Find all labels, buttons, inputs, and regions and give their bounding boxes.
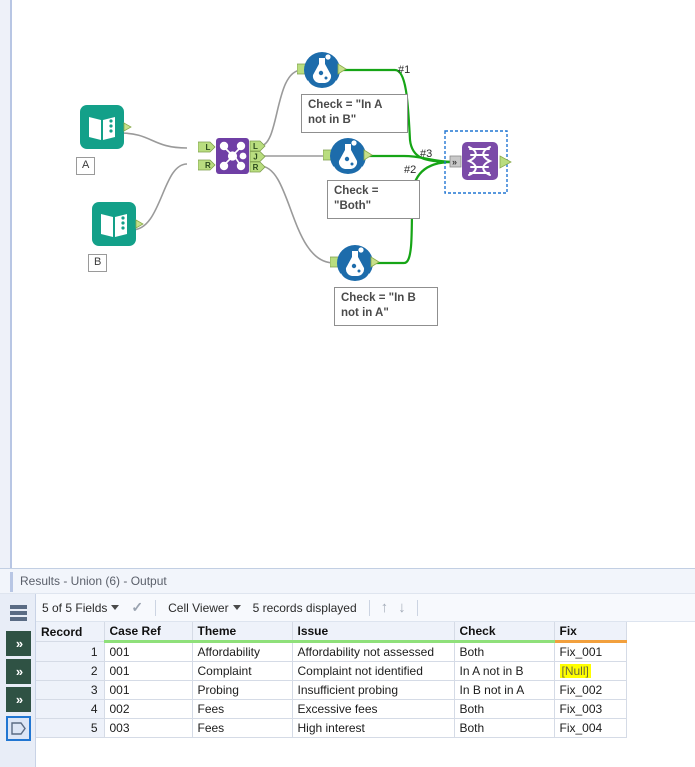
table-row[interactable]: 1 001 Affordability Affordability not as… (36, 641, 627, 662)
cell-case-ref: 001 (104, 641, 193, 662)
cell-fix-value: Fix_001 (559, 645, 603, 659)
polygon-icon[interactable] (6, 716, 31, 741)
cell-issue: High interest (292, 718, 455, 738)
input-data-icon (80, 105, 132, 149)
results-titlebar: Results - Union (6) - Output (0, 568, 695, 594)
svg-text:R: R (253, 163, 259, 172)
cell-case-ref: 003 (104, 718, 193, 738)
cell-case-ref: 001 (104, 661, 193, 681)
polygon-glyph (11, 722, 26, 735)
cell-theme: Affordability (192, 641, 293, 662)
cell-theme: Complaint (192, 661, 293, 681)
cell-fix: Fix_002 (554, 680, 627, 700)
fields-selector[interactable]: 5 of 5 Fields (36, 601, 125, 615)
cell-theme: Probing (192, 680, 293, 700)
cell-record: 2 (36, 661, 105, 681)
cell-record: 5 (36, 718, 105, 738)
table-body: 1 001 Affordability Affordability not as… (36, 641, 627, 738)
formula-icon (330, 245, 380, 285)
annotation-formula-1: Check = "In A not in B" (301, 94, 408, 133)
table-row[interactable]: 3 001 Probing Insufficient probing In B … (36, 680, 627, 700)
toolbar-divider (416, 599, 418, 616)
column-header-theme[interactable]: Theme (192, 622, 293, 643)
column-header-fix[interactable]: Fix (554, 622, 627, 643)
node-label-b: B (88, 254, 108, 272)
svg-text:R: R (205, 161, 211, 170)
cell-check: In B not in A (454, 680, 555, 700)
toolbar-divider (368, 599, 370, 616)
canvas-left-rail (0, 0, 12, 568)
cell-fix: [Null] (554, 661, 627, 681)
results-rail: » » » (0, 594, 36, 767)
cell-check: Both (454, 699, 555, 719)
cell-theme: Fees (192, 718, 293, 738)
arrow-up-icon[interactable]: ↑ (376, 599, 394, 616)
cell-theme: Fees (192, 699, 293, 719)
cell-record: 4 (36, 699, 105, 719)
alteryx-designer-window: A B L R L J R Check = "In A not in B" Ch… (0, 0, 695, 767)
chevrons-right-icon[interactable]: » (6, 659, 31, 684)
check-icon[interactable]: ✓ (125, 599, 149, 616)
chevron-down-icon[interactable] (232, 605, 241, 610)
svg-text:J: J (253, 153, 257, 162)
column-header-case-ref[interactable]: Case Ref (104, 622, 193, 643)
cell-issue: Excessive fees (292, 699, 455, 719)
results-title: Results - Union (6) - Output (20, 574, 167, 588)
cell-fix: Fix_001 (554, 641, 627, 662)
svg-text:»: » (452, 157, 457, 167)
cell-fix-value: Fix_004 (559, 721, 603, 735)
cell-check: In A not in B (454, 661, 555, 681)
connection-label-1: #1 (398, 64, 411, 76)
cell-record: 1 (36, 641, 105, 662)
column-header-check[interactable]: Check (454, 622, 555, 643)
table-row[interactable]: 5 003 Fees High interest Both Fix_004 (36, 718, 627, 738)
cell-case-ref: 001 (104, 680, 193, 700)
svg-text:L: L (206, 143, 211, 152)
connection-label-2: #2 (404, 164, 417, 176)
results-toolbar: 5 of 5 Fields ✓ Cell Viewer 5 records di… (36, 594, 695, 622)
cell-fix-null-value: [Null] (559, 664, 591, 678)
union-icon: » (444, 130, 512, 194)
node-label-a: A (76, 157, 96, 175)
cell-check: Both (454, 718, 555, 738)
cell-fix-value: Fix_002 (559, 683, 603, 697)
toolbar-divider (155, 599, 157, 616)
workflow-canvas[interactable]: A B L R L J R Check = "In A not in B" Ch… (12, 0, 695, 568)
cell-fix-value: Fix_003 (559, 702, 603, 716)
cell-issue: Affordability not assessed (292, 641, 455, 662)
cell-fix: Fix_004 (554, 718, 627, 738)
results-table: Record Case Ref Theme Issue Check Fix 1 … (36, 622, 627, 738)
formula-icon (297, 52, 347, 92)
fields-label: 5 of 5 Fields (42, 600, 108, 615)
cell-check: Both (454, 641, 555, 662)
column-header-issue[interactable]: Issue (292, 622, 455, 643)
chevrons-right-icon[interactable]: » (6, 687, 31, 712)
chevrons-right-icon[interactable]: » (6, 631, 31, 656)
annotation-formula-2: Check = "Both" (327, 180, 420, 219)
cell-viewer-label: Cell Viewer (168, 600, 229, 615)
results-panel: Results - Union (6) - Output » » » 5 of … (0, 568, 695, 767)
table-row[interactable]: 2 001 Complaint Complaint not identified… (36, 661, 627, 681)
join-icon: L R L J R (198, 138, 266, 174)
cell-viewer-selector[interactable]: Cell Viewer (162, 601, 246, 615)
cell-fix: Fix_003 (554, 699, 627, 719)
column-header-record[interactable]: Record (36, 622, 105, 642)
cell-issue: Complaint not identified (292, 661, 455, 681)
cell-case-ref: 002 (104, 699, 193, 719)
formula-icon (323, 138, 373, 178)
results-grid[interactable]: Record Case Ref Theme Issue Check Fix 1 … (36, 622, 695, 767)
cell-record: 3 (36, 680, 105, 700)
connection-label-3: #3 (420, 148, 433, 160)
chevron-down-icon[interactable] (111, 605, 120, 610)
arrow-down-icon[interactable]: ↓ (393, 599, 411, 616)
annotation-formula-3: Check = "In B not in A" (334, 287, 438, 326)
table-row[interactable]: 4 002 Fees Excessive fees Both Fix_003 (36, 699, 627, 719)
cell-issue: Insufficient probing (292, 680, 455, 700)
titlebar-accent (10, 572, 13, 592)
grid-icon[interactable] (6, 600, 31, 625)
table-header-row: Record Case Ref Theme Issue Check Fix (36, 622, 627, 643)
input-data-icon (92, 202, 144, 246)
svg-text:L: L (253, 142, 258, 151)
records-displayed-label: 5 records displayed (252, 600, 357, 615)
